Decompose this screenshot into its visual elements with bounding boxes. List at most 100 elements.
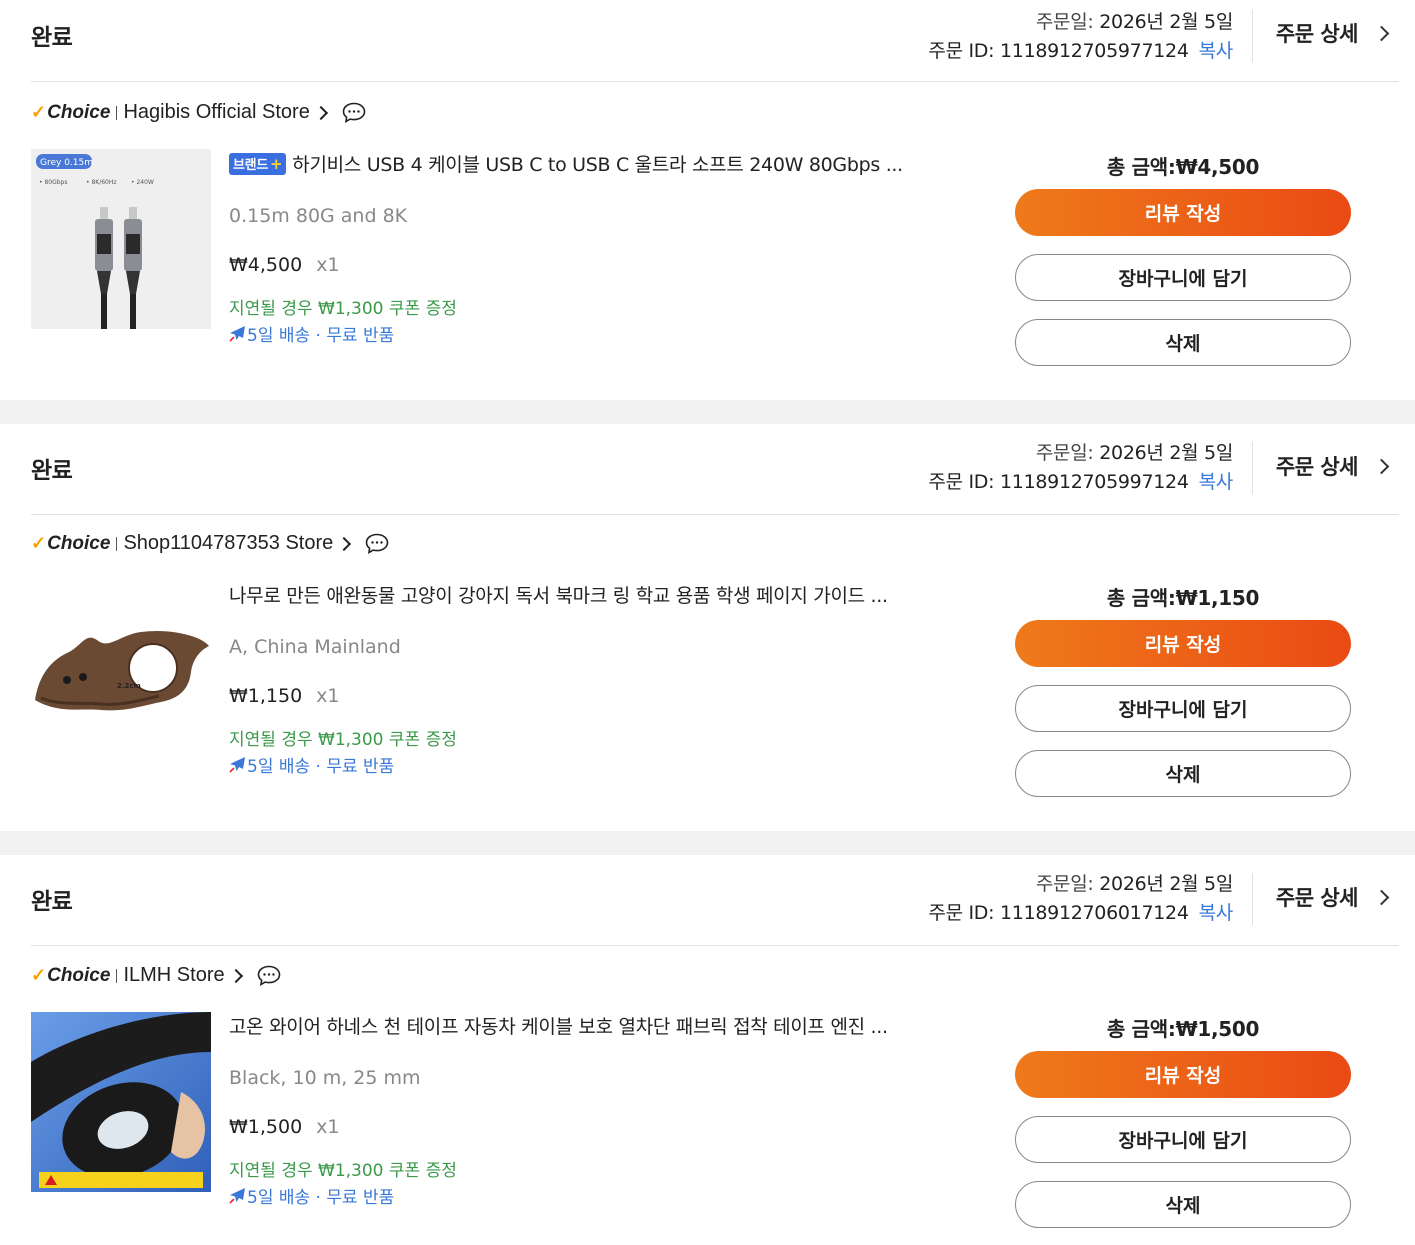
divider: [116, 105, 118, 120]
chevron-right-icon: [228, 968, 243, 983]
choice-logo: ✓ Choice: [31, 965, 110, 987]
price-row: ₩4,500 x1: [229, 254, 949, 278]
order-total: 총 금액:₩1,150: [1106, 586, 1260, 610]
usb-cable-image: Grey 0.15m • 80Gbps • 8K/60Hz • 240W: [31, 149, 211, 329]
shipping-info: 5일 배송 · 무료 반품: [229, 1184, 949, 1208]
order-detail-link[interactable]: 주문 상세: [1276, 18, 1399, 48]
check-icon: ✓: [31, 964, 47, 985]
product-image[interactable]: [31, 1012, 211, 1192]
chevron-right-icon: [1373, 458, 1390, 474]
shipping-text: 5일 배송 · 무료 반품: [247, 325, 395, 346]
product-title-row[interactable]: 나무로 만든 애완동물 고양이 강아지 독서 북마크 링 학교 용품 학생 페이…: [229, 581, 949, 608]
store-name-link[interactable]: ILMH Store: [123, 964, 224, 987]
plane-icon: [229, 756, 245, 773]
shipping-text: 5일 배송 · 무료 반품: [247, 756, 395, 777]
delete-order-button[interactable]: 삭제: [1015, 1181, 1351, 1228]
brand-badge-label: 브랜드: [233, 158, 268, 173]
product-variant: 0.15m 80G and 8K: [229, 205, 408, 227]
delay-coupon-text: 지연될 경우 ₩1,300 쿠폰 증정: [229, 1161, 457, 1181]
write-review-button[interactable]: 리뷰 작성: [1015, 189, 1351, 236]
order-status: 완료: [31, 889, 73, 915]
choice-label: Choice: [47, 532, 111, 554]
price-row: ₩1,500 x1: [229, 1116, 949, 1140]
copy-order-id-button[interactable]: 복사: [1199, 902, 1234, 924]
add-to-cart-button[interactable]: 장바구니에 담기: [1015, 1116, 1351, 1163]
order-date: 2026년 2월 5일: [1099, 11, 1233, 33]
divider: [1252, 442, 1253, 494]
write-review-button[interactable]: 리뷰 작성: [1015, 620, 1351, 667]
order-actions: 총 금액:₩4,500 리뷰 작성 장바구니에 담기 삭제: [1015, 151, 1351, 366]
product-variant: A, China Mainland: [229, 636, 401, 658]
order-actions: 총 금액:₩1,150 리뷰 작성 장바구니에 담기 삭제: [1015, 582, 1351, 797]
product-title-row[interactable]: 고온 와이어 하네스 천 테이프 자동차 케이블 보호 열차단 패브릭 접착 테…: [229, 1012, 949, 1039]
product-quantity: x1: [316, 254, 340, 276]
order-id-label: 주문 ID:: [928, 471, 995, 493]
fabric-tape-image: [31, 1012, 211, 1192]
order-header: 완료 주문일: 2026년 2월 5일 주문 ID: 1118912706017…: [31, 855, 1399, 946]
product-title: 고온 와이어 하네스 천 테이프 자동차 케이블 보호 열차단 패브릭 접착 테…: [229, 1016, 888, 1038]
chat-icon[interactable]: [257, 965, 281, 986]
divider: [1252, 873, 1253, 925]
product-title: 하기비스 USB 4 케이블 USB C to USB C 울트라 소프트 24…: [292, 154, 903, 176]
product-title-row[interactable]: 브랜드 + 하기비스 USB 4 케이블 USB C to USB C 울트라 소…: [229, 150, 949, 177]
delay-coupon-text: 지연될 경우 ₩1,300 쿠폰 증정: [229, 730, 457, 750]
section-gap: [0, 831, 1415, 855]
chevron-right-icon: [1373, 889, 1390, 905]
order-meta: 주문일: 2026년 2월 5일 주문 ID: 1118912706017124…: [928, 870, 1233, 928]
order-id: 1118912705977124: [1000, 40, 1189, 62]
chevron-right-icon: [1373, 25, 1390, 41]
order-meta: 주문일: 2026년 2월 5일 주문 ID: 1118912705997124…: [928, 439, 1233, 497]
order-card: 완료 주문일: 2026년 2월 5일 주문 ID: 1118912705997…: [0, 424, 1415, 831]
order-date: 2026년 2월 5일: [1099, 442, 1233, 464]
choice-logo: ✓ Choice: [31, 102, 110, 124]
check-icon: ✓: [31, 101, 47, 122]
order-card: 완료 주문일: 2026년 2월 5일 주문 ID: 1118912705977…: [0, 0, 1415, 400]
add-to-cart-button[interactable]: 장바구니에 담기: [1015, 254, 1351, 301]
order-detail-link[interactable]: 주문 상세: [1276, 882, 1399, 912]
order-id: 1118912705997124: [1000, 471, 1189, 493]
order-date-label: 주문일:: [1035, 11, 1094, 33]
product-image[interactable]: 2.2cm: [31, 580, 211, 760]
choice-label: Choice: [47, 964, 111, 986]
product-info: 브랜드 + 하기비스 USB 4 케이블 USB C to USB C 울트라 소…: [229, 150, 949, 346]
order-detail-label: 주문 상세: [1275, 455, 1359, 479]
product-quantity: x1: [316, 1116, 340, 1138]
order-id-label: 주문 ID:: [928, 902, 995, 924]
product-title: 나무로 만든 애완동물 고양이 강아지 독서 북마크 링 학교 용품 학생 페이…: [229, 585, 888, 607]
chat-icon[interactable]: [342, 102, 366, 123]
check-icon: ✓: [31, 532, 47, 553]
store-row: ✓ Choice Shop1104787353 Store: [31, 532, 389, 555]
store-name-link[interactable]: Shop1104787353 Store: [123, 532, 333, 555]
write-review-button[interactable]: 리뷰 작성: [1015, 1051, 1351, 1098]
order-header: 완료 주문일: 2026년 2월 5일 주문 ID: 1118912705997…: [31, 424, 1399, 515]
plane-icon: [229, 1187, 245, 1204]
store-name-link[interactable]: Hagibis Official Store: [123, 101, 309, 124]
choice-logo: ✓ Choice: [31, 533, 110, 555]
order-id-label: 주문 ID:: [928, 40, 995, 62]
copy-order-id-button[interactable]: 복사: [1199, 471, 1234, 493]
product-info: 고온 와이어 하네스 천 테이프 자동차 케이블 보호 열차단 패브릭 접착 테…: [229, 1012, 949, 1208]
order-total: 총 금액:₩4,500: [1106, 155, 1260, 179]
order-card: 완료 주문일: 2026년 2월 5일 주문 ID: 1118912706017…: [0, 855, 1415, 1245]
chat-icon[interactable]: [365, 533, 389, 554]
wooden-bookmark-image: 2.2cm: [31, 580, 211, 760]
order-detail-label: 주문 상세: [1275, 886, 1359, 910]
order-date-label: 주문일:: [1035, 873, 1094, 895]
order-detail-link[interactable]: 주문 상세: [1276, 451, 1399, 481]
add-to-cart-button[interactable]: 장바구니에 담기: [1015, 685, 1351, 732]
divider: [1252, 10, 1253, 62]
order-date-label: 주문일:: [1035, 442, 1094, 464]
product-price: ₩4,500: [229, 254, 303, 276]
product-image[interactable]: Grey 0.15m • 80Gbps • 8K/60Hz • 240W: [31, 149, 211, 329]
delete-order-button[interactable]: 삭제: [1015, 319, 1351, 366]
delete-order-button[interactable]: 삭제: [1015, 750, 1351, 797]
chevron-right-icon: [337, 536, 352, 551]
plus-icon: +: [269, 154, 283, 173]
order-meta: 주문일: 2026년 2월 5일 주문 ID: 1118912705977124…: [928, 8, 1233, 66]
product-price: ₩1,500: [229, 1116, 303, 1138]
delay-coupon-text: 지연될 경우 ₩1,300 쿠폰 증정: [229, 299, 457, 319]
copy-order-id-button[interactable]: 복사: [1199, 40, 1234, 62]
order-total: 총 금액:₩1,500: [1106, 1017, 1260, 1041]
order-id: 1118912706017124: [1000, 902, 1189, 924]
order-actions: 총 금액:₩1,500 리뷰 작성 장바구니에 담기 삭제: [1015, 1013, 1351, 1228]
